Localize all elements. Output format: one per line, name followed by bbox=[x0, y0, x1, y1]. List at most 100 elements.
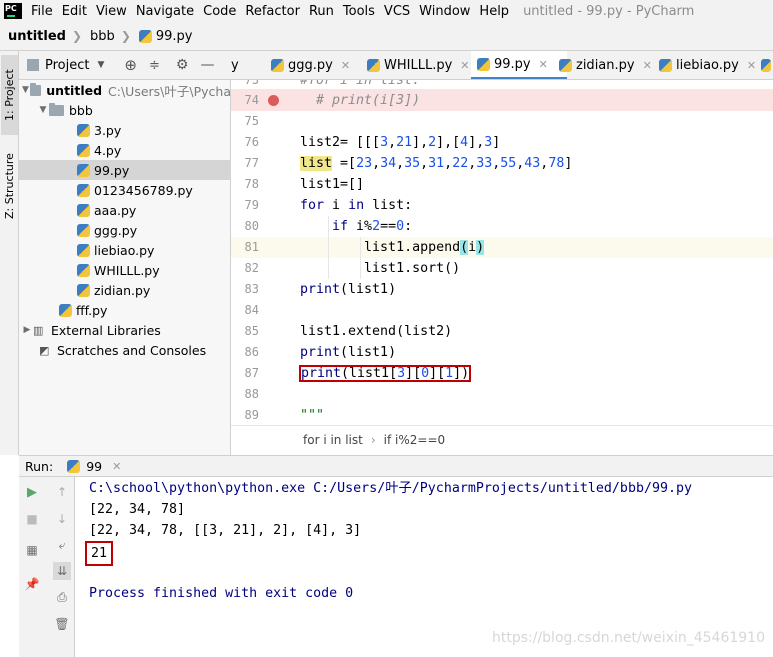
tree-item-file[interactable]: WHILLL.py bbox=[19, 260, 231, 280]
menu-refactor[interactable]: Refactor bbox=[245, 4, 300, 19]
chevron-right-icon: ❯ bbox=[120, 29, 131, 43]
line-number: 86 bbox=[244, 345, 259, 359]
breadcrumb-project[interactable]: untitled bbox=[8, 29, 66, 44]
code-editor[interactable]: #for i in list: # print(i[3]) list2= [[[… bbox=[295, 80, 773, 425]
menu-edit[interactable]: Edit bbox=[62, 4, 87, 19]
python-file-icon bbox=[477, 57, 490, 71]
project-panel-title[interactable]: Project bbox=[45, 58, 89, 73]
project-tree: ▼ untitled C:\Users\叶子\Pycha ▼ bbb 3.py … bbox=[19, 80, 231, 455]
scroll-to-end-icon[interactable]: ⇊ bbox=[53, 562, 71, 580]
down-arrow-icon[interactable]: ↓ bbox=[55, 512, 69, 526]
breakpoint-icon[interactable] bbox=[268, 95, 279, 106]
code-line: for i in list: bbox=[300, 198, 413, 213]
tree-item-root[interactable]: ▼ untitled C:\Users\叶子\Pycha bbox=[19, 80, 231, 100]
tree-item-file[interactable]: fff.py bbox=[19, 300, 231, 320]
tab-zidian[interactable]: zidian.py ✕ bbox=[553, 51, 653, 79]
tree-item-file[interactable]: aaa.py bbox=[19, 200, 231, 220]
print-icon[interactable]: ⎙ bbox=[55, 590, 69, 604]
close-icon[interactable]: ✕ bbox=[460, 59, 469, 72]
rerun-icon[interactable]: ▶ bbox=[25, 485, 39, 500]
console-command-line: C:\school\python\python.exe C:/Users/叶子/… bbox=[89, 481, 692, 496]
breadcrumb-folder[interactable]: bbb bbox=[90, 29, 115, 44]
menu-tools[interactable]: Tools bbox=[343, 4, 375, 19]
menu-run[interactable]: Run bbox=[309, 4, 334, 19]
line-number: 89 bbox=[244, 408, 259, 422]
python-file-icon bbox=[761, 59, 771, 72]
code-line-highlighted: print(list1[3][0][1]) bbox=[298, 365, 472, 382]
tab-overflow[interactable] bbox=[761, 51, 773, 79]
tab-ggg[interactable]: ggg.py ✕ bbox=[253, 51, 365, 79]
python-file-icon bbox=[367, 59, 380, 72]
minimize-icon[interactable]: — bbox=[200, 57, 214, 73]
layout-icon[interactable]: ▦ bbox=[25, 543, 39, 557]
tree-item-file[interactable]: zidian.py bbox=[19, 280, 231, 300]
tree-item-label: WHILLL.py bbox=[94, 262, 160, 278]
tree-item-file[interactable]: ggg.py bbox=[19, 220, 231, 240]
menu-window[interactable]: Window bbox=[419, 4, 470, 19]
tree-root-label: untitled bbox=[46, 82, 103, 98]
menu-vcs[interactable]: VCS bbox=[384, 4, 410, 19]
trash-icon[interactable]: 🗑 bbox=[54, 617, 69, 631]
tab-structure-tool[interactable]: Z: Structure bbox=[1, 141, 18, 231]
tree-item-file[interactable]: liebiao.py bbox=[19, 240, 231, 260]
tab-liebiao[interactable]: liebiao.py ✕ bbox=[653, 51, 763, 79]
tree-item-label: fff.py bbox=[76, 302, 108, 318]
soft-wrap-icon[interactable]: ⤶ bbox=[55, 538, 69, 552]
window-title: untitled - 99.py - PyCharm bbox=[523, 3, 695, 19]
tree-item-external-libraries[interactable]: ▶ ▥ External Libraries bbox=[19, 320, 231, 340]
structure-crumb[interactable]: for i in list bbox=[303, 433, 363, 447]
tab-partial[interactable]: y bbox=[231, 51, 243, 79]
menu-view[interactable]: View bbox=[96, 4, 127, 19]
tree-item-label: Scratches and Consoles bbox=[57, 342, 207, 358]
menu-file[interactable]: File bbox=[31, 4, 53, 19]
close-icon[interactable]: ✕ bbox=[112, 460, 121, 473]
python-file-icon bbox=[59, 303, 72, 317]
breadcrumb-file-label: 99.py bbox=[155, 28, 193, 44]
python-run-config-icon bbox=[67, 459, 81, 473]
breadcrumb-file[interactable]: 99.py bbox=[138, 28, 193, 44]
line-number: 83 bbox=[244, 282, 259, 296]
locate-target-icon[interactable]: ⊕ bbox=[124, 56, 137, 74]
gear-icon[interactable]: ⚙ bbox=[176, 57, 189, 73]
tree-item-file[interactable]: 0123456789.py bbox=[19, 180, 231, 200]
menu-code[interactable]: Code bbox=[203, 4, 236, 19]
expand-arrow-icon[interactable]: ▶ bbox=[21, 325, 33, 335]
editor-gutter[interactable]: 73 74 75 76 77 78 79 80 81 82 83 84 85 8… bbox=[231, 80, 295, 425]
console-output-line: [22, 34, 78, [[3, 21], 2], [4], 3] bbox=[89, 523, 362, 538]
dropdown-arrow-icon[interactable]: ▼ bbox=[97, 60, 104, 70]
scratches-icon: ◩ bbox=[39, 343, 50, 357]
menu-bar: PC File Edit View Navigate Code Refactor… bbox=[0, 0, 773, 22]
stop-icon[interactable]: ■ bbox=[25, 512, 39, 526]
code-line: list1=[] bbox=[300, 177, 365, 192]
tree-item-bbb[interactable]: ▼ bbb bbox=[19, 100, 231, 120]
tab-whilll[interactable]: WHILLL.py ✕ bbox=[361, 51, 471, 79]
collapse-all-icon[interactable]: ≑ bbox=[149, 58, 160, 73]
line-number: 81 bbox=[244, 240, 259, 254]
tab-label: 99.py bbox=[494, 56, 531, 72]
tree-item-label: zidian.py bbox=[94, 282, 151, 298]
tree-item-file[interactable]: 4.py bbox=[19, 140, 231, 160]
tree-item-label: aaa.py bbox=[94, 202, 137, 218]
project-view-icon bbox=[27, 59, 39, 71]
tree-item-scratches[interactable]: ◩ Scratches and Consoles bbox=[19, 340, 231, 360]
tab-project-tool[interactable]: 1: Project bbox=[1, 55, 18, 135]
python-file-icon bbox=[77, 223, 90, 237]
pin-icon[interactable]: 📌 bbox=[25, 577, 40, 591]
up-arrow-icon[interactable]: ↑ bbox=[55, 485, 69, 499]
structure-crumb[interactable]: if i%2==0 bbox=[384, 433, 446, 447]
close-icon[interactable]: ✕ bbox=[747, 59, 756, 72]
close-icon[interactable]: ✕ bbox=[643, 59, 652, 72]
close-icon[interactable]: ✕ bbox=[539, 58, 548, 71]
close-icon[interactable]: ✕ bbox=[341, 59, 350, 72]
line-number: 88 bbox=[244, 387, 259, 401]
menu-help[interactable]: Help bbox=[479, 4, 509, 19]
tree-item-label: External Libraries bbox=[51, 322, 161, 338]
run-config-tab[interactable]: 99 bbox=[86, 459, 102, 474]
python-file-icon bbox=[271, 59, 284, 72]
menu-navigate[interactable]: Navigate bbox=[136, 4, 194, 19]
expand-arrow-icon[interactable]: ▼ bbox=[37, 105, 49, 115]
expand-arrow-icon[interactable]: ▼ bbox=[21, 85, 30, 95]
tree-item-file[interactable]: 3.py bbox=[19, 120, 231, 140]
tree-item-file-selected[interactable]: 99.py bbox=[19, 160, 231, 180]
python-file-icon bbox=[77, 123, 90, 137]
